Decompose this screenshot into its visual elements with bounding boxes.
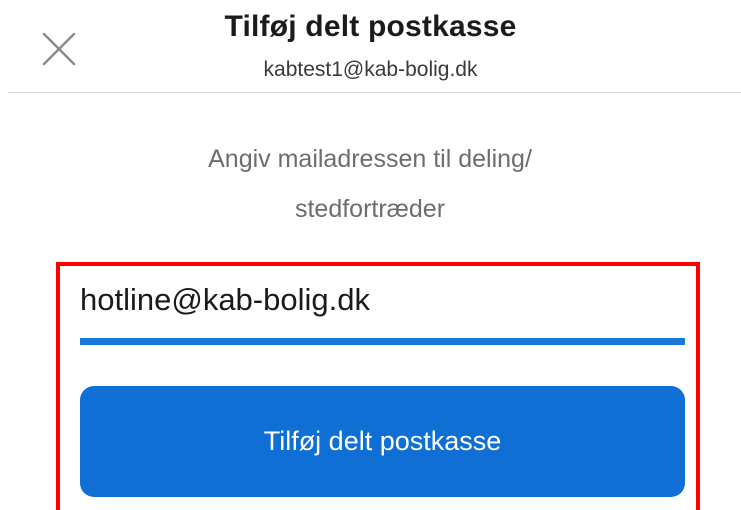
add-shared-mailbox-screen: Tilføj delt postkasse kabtest1@kab-bolig… [0,0,741,510]
instruction-line-2: stedfortræder [294,195,446,223]
header-divider [8,92,741,93]
email-input[interactable] [80,272,685,328]
instruction-line-1: Angiv mailadressen til deling/ [208,145,532,173]
email-field-underline [80,338,685,345]
account-subtitle: kabtest1@kab-bolig.dk [263,58,478,81]
header: Tilføj delt postkasse kabtest1@kab-bolig… [0,0,741,92]
add-shared-mailbox-button[interactable]: Tilføj delt postkasse [80,386,685,497]
page-title: Tilføj delt postkasse [224,10,517,43]
instruction-text: Angiv mailadressen til deling/ stedfortr… [120,134,620,234]
